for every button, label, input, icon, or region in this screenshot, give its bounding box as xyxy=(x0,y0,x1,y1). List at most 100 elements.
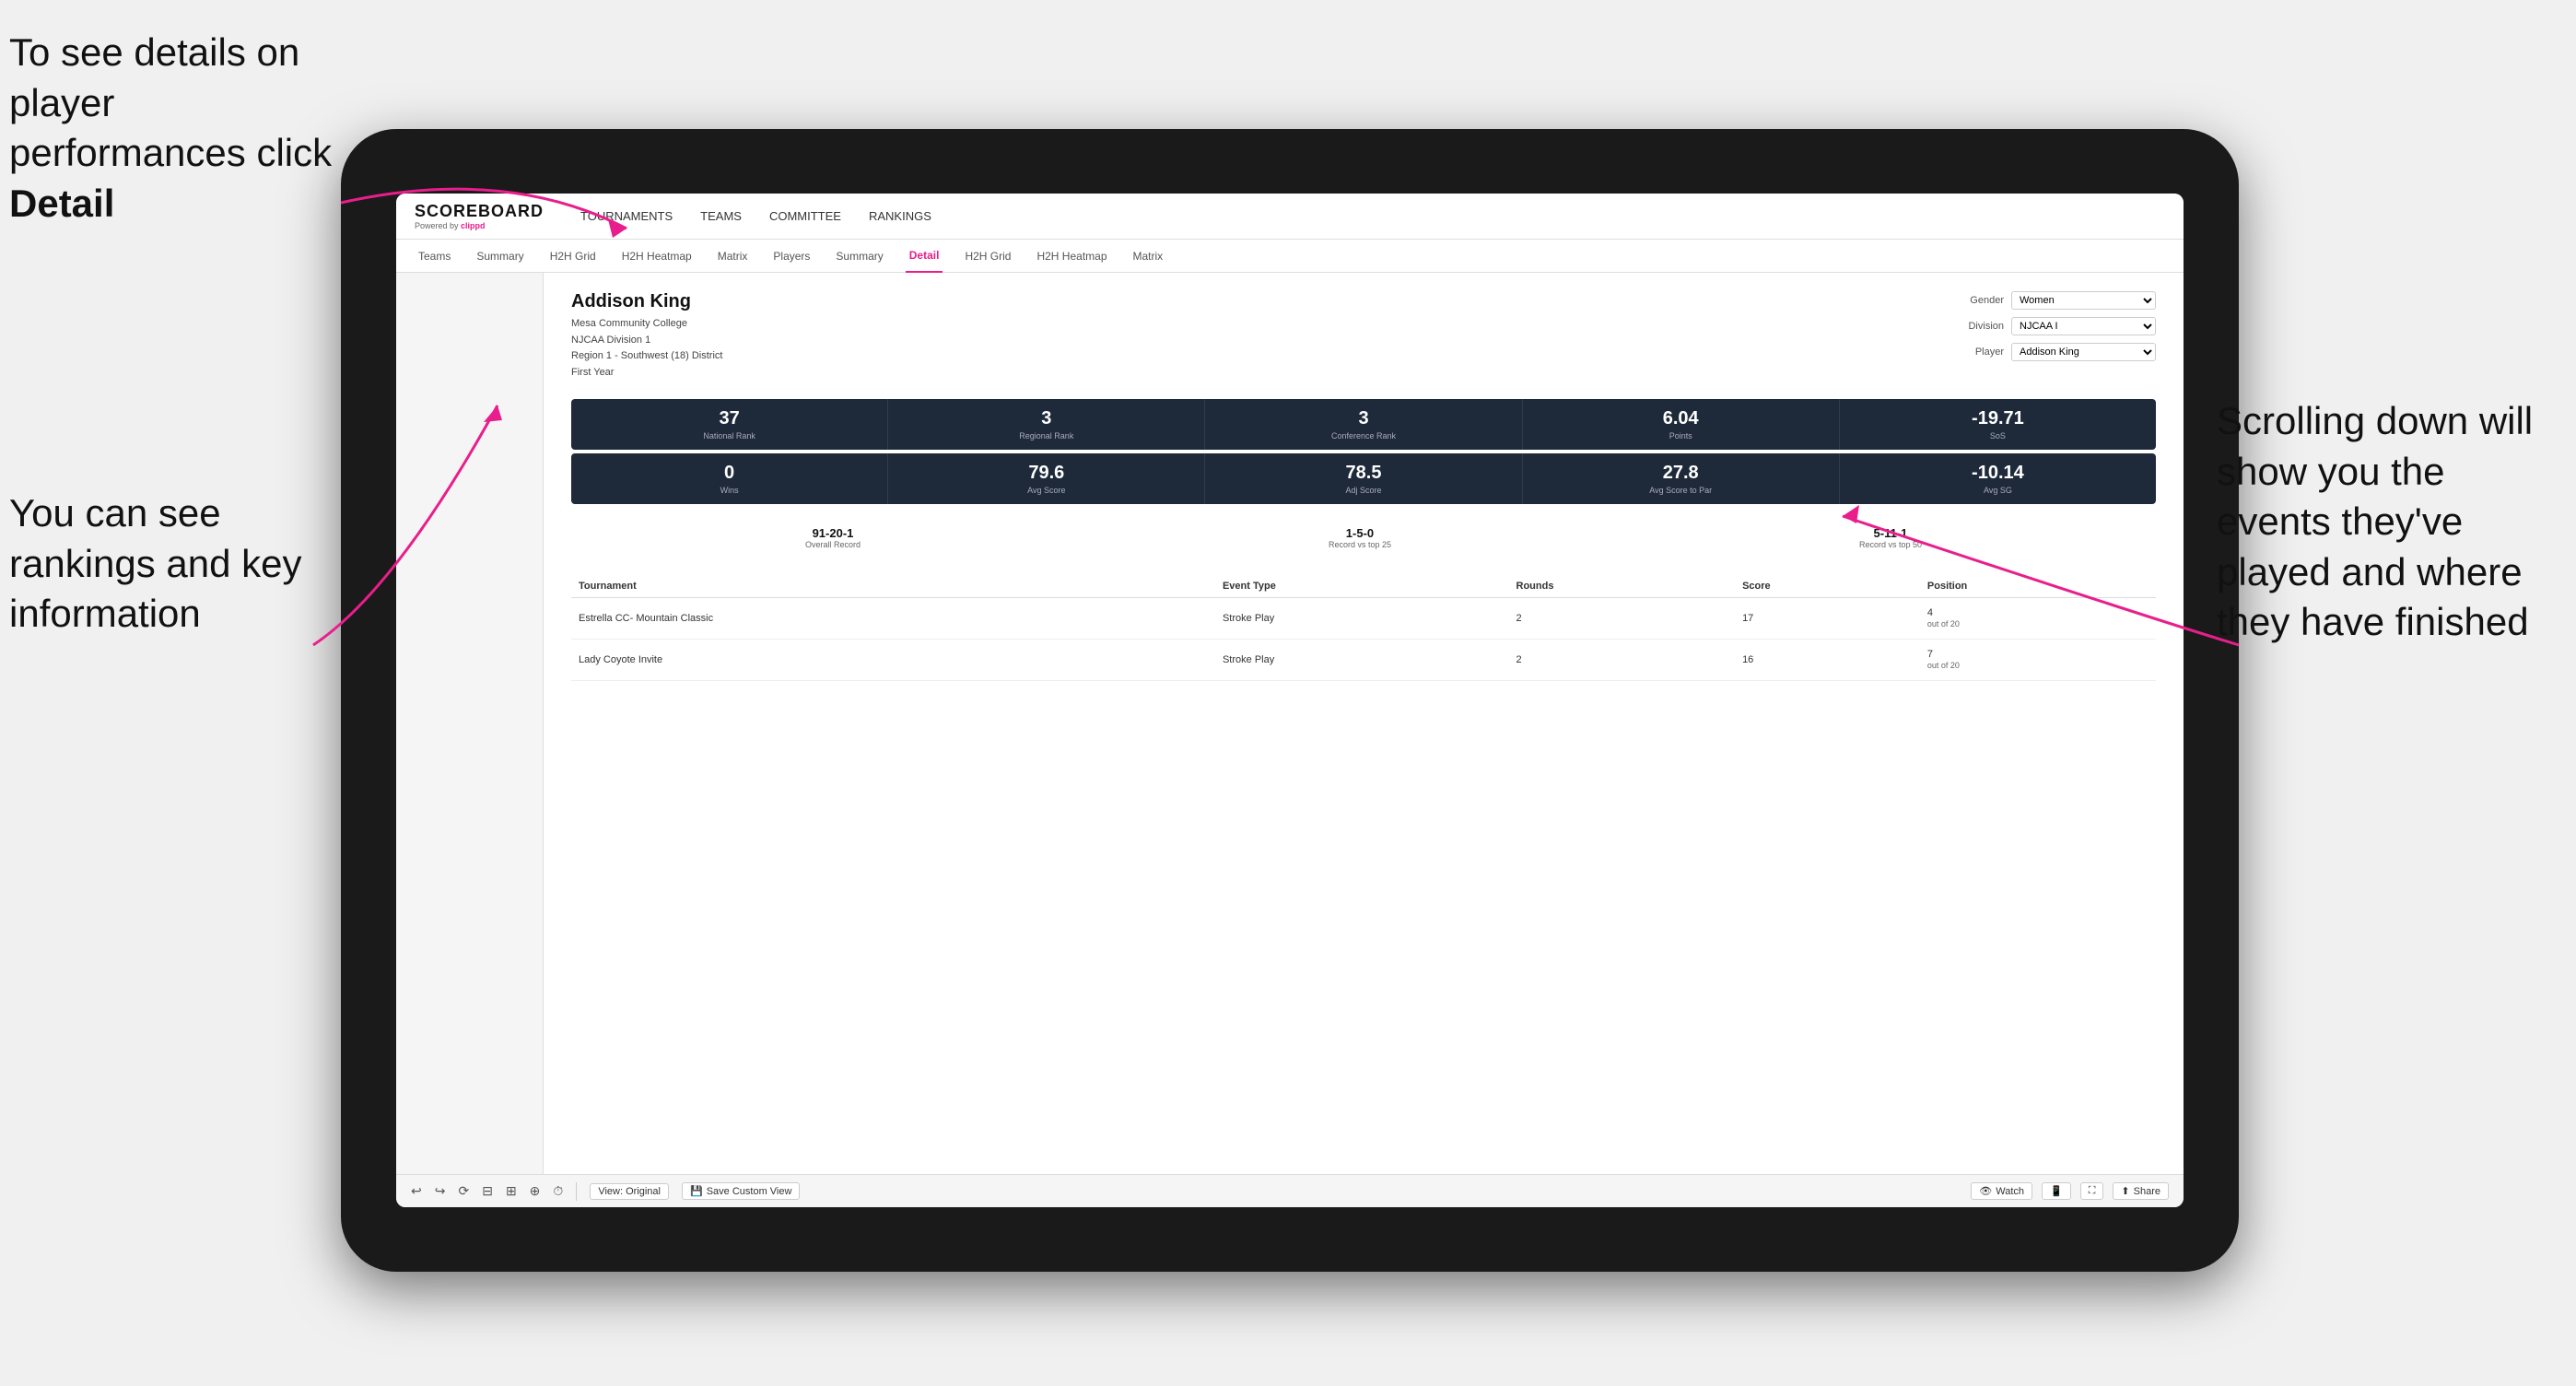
subnav-h2h-grid-1[interactable]: H2H Grid xyxy=(546,240,600,273)
fullscreen-button[interactable]: ⛶ xyxy=(2080,1182,2104,1200)
annotation-top-left: To see details on player performances cl… xyxy=(9,28,359,229)
tablet-screen: SCOREBOARD Powered by clippd TOURNAMENTS… xyxy=(396,194,2184,1207)
stat-avg-score: 79.6 Avg Score xyxy=(888,453,1205,504)
stat-regional-rank: 3 Regional Rank xyxy=(888,399,1205,450)
rounds-2: 2 xyxy=(1509,640,1736,681)
adj-score-label: Adj Score xyxy=(1212,486,1514,495)
subnav-h2h-heatmap-2[interactable]: H2H Heatmap xyxy=(1033,240,1110,273)
national-rank-label: National Rank xyxy=(579,431,880,440)
col-empty xyxy=(1107,575,1215,598)
powered-by-text: Powered by clippd xyxy=(415,221,544,230)
share-button[interactable]: ⬆ Share xyxy=(2113,1182,2169,1200)
stats-row-1: 37 National Rank 3 Regional Rank 3 Confe… xyxy=(571,399,2156,450)
gender-select[interactable]: Women xyxy=(2011,291,2156,310)
score-2: 16 xyxy=(1735,640,1920,681)
rounds-1: 2 xyxy=(1509,598,1736,640)
division-select[interactable]: NJCAA I xyxy=(2011,317,2156,335)
col-position: Position xyxy=(1920,575,2156,598)
save-custom-icon: 💾 xyxy=(690,1185,703,1197)
position-detail-1: out of 20 xyxy=(1927,619,1960,628)
toolbar-right: 👁 Watch 📱 ⛶ ⬆ Share xyxy=(1971,1182,2169,1200)
subnav-summary[interactable]: Summary xyxy=(473,240,527,273)
undo-icon[interactable]: ↩ xyxy=(411,1183,422,1199)
subnav-h2h-heatmap-1[interactable]: H2H Heatmap xyxy=(618,240,696,273)
player-control: Player Addison King xyxy=(1953,343,2156,361)
player-select[interactable]: Addison King xyxy=(2011,343,2156,361)
redo-icon[interactable]: ↪ xyxy=(435,1183,446,1199)
gender-label: Gender xyxy=(1953,295,2004,306)
col-tournament: Tournament xyxy=(571,575,1107,598)
toolbar-separator-1 xyxy=(576,1182,577,1201)
timer-icon[interactable]: ⏱ xyxy=(553,1183,563,1199)
watch-icon: 👁 xyxy=(1979,1185,1992,1197)
refresh-icon[interactable]: ⟳ xyxy=(458,1183,469,1199)
main-nav: TOURNAMENTS TEAMS COMMITTEE RANKINGS xyxy=(580,205,931,228)
stat-wins: 0 Wins xyxy=(571,453,888,504)
zoom-out-icon[interactable]: ⊟ xyxy=(482,1183,493,1199)
division-label: Division xyxy=(1953,321,2004,332)
position-2: 7 out of 20 xyxy=(1920,640,2156,681)
annotation-detail-bold: Detail xyxy=(9,182,114,225)
player-controls: Gender Women Division NJCAA I xyxy=(1953,291,2156,381)
stat-adj-score: 78.5 Adj Score xyxy=(1205,453,1522,504)
main-content: Addison King Mesa Community College NJCA… xyxy=(396,273,2184,1174)
content-area: Addison King Mesa Community College NJCA… xyxy=(544,273,2184,1174)
stat-conference-rank: 3 Conference Rank xyxy=(1205,399,1522,450)
device-button[interactable]: 📱 xyxy=(2042,1182,2071,1200)
conference-rank-value: 3 xyxy=(1212,408,1514,429)
subnav-players[interactable]: Players xyxy=(769,240,814,273)
subnav-matrix-1[interactable]: Matrix xyxy=(714,240,752,273)
score-1: 17 xyxy=(1735,598,1920,640)
watch-button[interactable]: 👁 Watch xyxy=(1971,1182,2032,1200)
avg-score-value: 79.6 xyxy=(896,463,1197,484)
record-row: 91-20-1 Overall Record 1-5-0 Record vs t… xyxy=(571,519,2156,557)
tournament-name-1: Estrella CC- Mountain Classic xyxy=(571,598,1215,640)
share-label: Share xyxy=(2134,1186,2160,1197)
gender-control: Gender Women xyxy=(1953,291,2156,310)
subnav-teams[interactable]: Teams xyxy=(415,240,454,273)
view-original-label: View: Original xyxy=(598,1186,661,1197)
points-value: 6.04 xyxy=(1530,408,1832,429)
nav-tournaments[interactable]: TOURNAMENTS xyxy=(580,205,673,228)
stat-sos: -19.71 SoS xyxy=(1840,399,2156,450)
table-row[interactable]: Lady Coyote Invite Stroke Play 2 16 7 ou… xyxy=(571,640,2156,681)
subnav-matrix-2[interactable]: Matrix xyxy=(1130,240,1167,273)
annotation-right: Scrolling down will show you the events … xyxy=(2217,396,2567,648)
save-custom-button[interactable]: 💾 Save Custom View xyxy=(682,1182,800,1200)
nav-teams[interactable]: TEAMS xyxy=(700,205,742,228)
nav-committee[interactable]: COMMITTEE xyxy=(769,205,841,228)
zoom-icon[interactable]: ⊞ xyxy=(506,1183,517,1199)
top50-record: 5-11-1 Record vs top 50 xyxy=(1859,526,1922,549)
view-original-button[interactable]: View: Original xyxy=(590,1183,669,1200)
avg-sg-label: Avg SG xyxy=(1847,486,2149,495)
overall-record-label: Overall Record xyxy=(805,540,861,549)
player-label: Player xyxy=(1953,346,2004,358)
avg-sg-value: -10.14 xyxy=(1847,463,2149,484)
regional-rank-label: Regional Rank xyxy=(896,431,1197,440)
subnav-detail[interactable]: Detail xyxy=(906,240,943,273)
share-icon: ⬆ xyxy=(2121,1185,2129,1197)
left-sidebar xyxy=(396,273,544,1174)
overall-record: 91-20-1 Overall Record xyxy=(805,526,861,549)
player-name: Addison King xyxy=(571,291,722,312)
stat-points: 6.04 Points xyxy=(1523,399,1840,450)
adj-score-value: 78.5 xyxy=(1212,463,1514,484)
stat-avg-score-par: 27.8 Avg Score to Par xyxy=(1523,453,1840,504)
player-region: Region 1 - Southwest (18) District xyxy=(571,348,722,365)
subnav-summary-2[interactable]: Summary xyxy=(832,240,886,273)
table-row[interactable]: Estrella CC- Mountain Classic Stroke Pla… xyxy=(571,598,2156,640)
player-header: Addison King Mesa Community College NJCA… xyxy=(571,291,2156,381)
stat-avg-sg: -10.14 Avg SG xyxy=(1840,453,2156,504)
avg-score-par-label: Avg Score to Par xyxy=(1530,486,1832,495)
nav-rankings[interactable]: RANKINGS xyxy=(869,205,931,228)
event-type-1: Stroke Play xyxy=(1215,598,1509,640)
subnav-h2h-grid-2[interactable]: H2H Grid xyxy=(961,240,1014,273)
zoom-in-icon[interactable]: ⊕ xyxy=(530,1183,541,1199)
save-custom-label: Save Custom View xyxy=(707,1186,792,1197)
position-value-1: 4 xyxy=(1927,607,1933,618)
regional-rank-value: 3 xyxy=(896,408,1197,429)
position-1: 4 out of 20 xyxy=(1920,598,2156,640)
national-rank-value: 37 xyxy=(579,408,880,429)
top25-record-label: Record vs top 25 xyxy=(1329,540,1391,549)
position-detail-2: out of 20 xyxy=(1927,661,1960,670)
